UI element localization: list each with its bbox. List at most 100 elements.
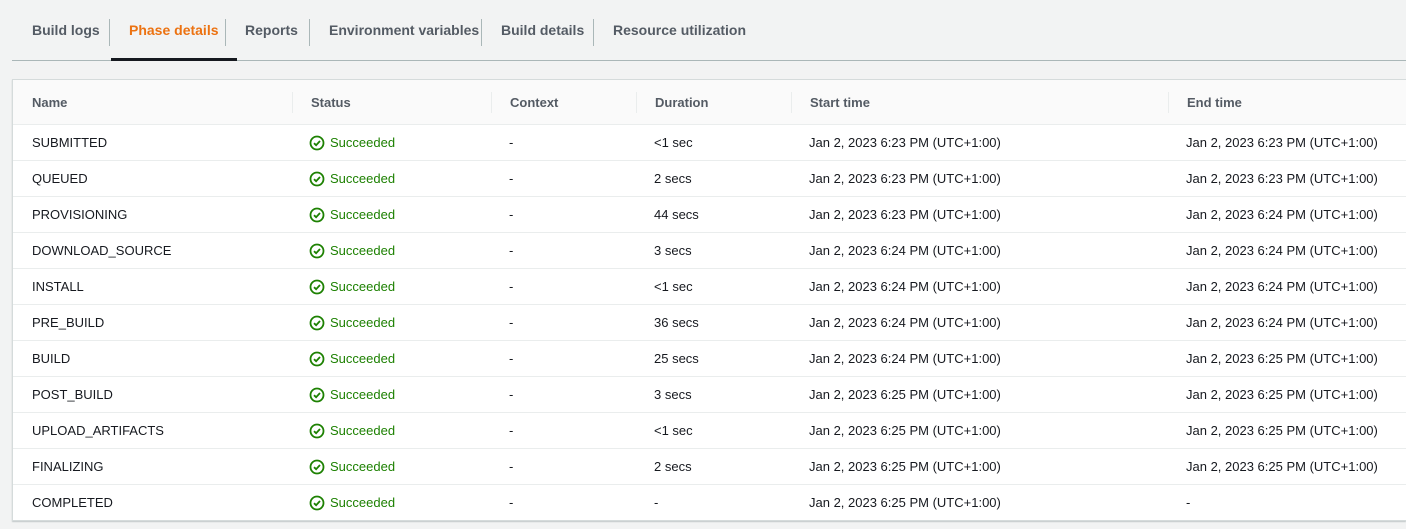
cell-duration: 2 secs [654, 459, 692, 474]
table-row: UPLOAD_ARTIFACTS Succeeded - <1 sec Jan … [13, 413, 1406, 449]
cell-end-time: - [1186, 495, 1191, 510]
cell-name: DOWNLOAD_SOURCE [32, 243, 172, 258]
column-divider[interactable] [636, 92, 637, 113]
cell-end-time: Jan 2, 2023 6:23 PM (UTC+1:00) [1186, 135, 1378, 150]
status-label: Succeeded [330, 495, 396, 510]
status-label: Succeeded [330, 423, 396, 438]
cell-end-time: Jan 2, 2023 6:25 PM (UTC+1:00) [1186, 387, 1378, 402]
check-circle-icon [309, 495, 325, 510]
cell-duration: 44 secs [654, 207, 699, 222]
cell-end-time: Jan 2, 2023 6:23 PM (UTC+1:00) [1186, 171, 1378, 186]
status-label: Succeeded [330, 207, 396, 222]
status-label: Succeeded [330, 459, 396, 474]
cell-end-time: Jan 2, 2023 6:25 PM (UTC+1:00) [1186, 459, 1378, 474]
cell-name: SUBMITTED [32, 135, 108, 150]
cell-status: Succeeded [309, 233, 395, 268]
cell-start-time: Jan 2, 2023 6:23 PM (UTC+1:00) [809, 171, 1001, 186]
cell-duration: <1 sec [654, 423, 693, 438]
cell-end-time: Jan 2, 2023 6:24 PM (UTC+1:00) [1186, 207, 1378, 222]
tab-reports[interactable]: Reports [245, 0, 298, 60]
cell-start-time: Jan 2, 2023 6:24 PM (UTC+1:00) [809, 279, 1001, 294]
cell-duration: 2 secs [654, 171, 692, 186]
table-body: SUBMITTED Succeeded - <1 sec Jan 2, 2023… [13, 125, 1406, 521]
table-row: FINALIZING Succeeded - 2 secs Jan 2, 202… [13, 449, 1406, 485]
check-circle-icon [309, 243, 325, 258]
cell-end-time: Jan 2, 2023 6:25 PM (UTC+1:00) [1186, 423, 1378, 438]
table-row: PRE_BUILD Succeeded - 36 secs Jan 2, 202… [13, 305, 1406, 341]
tab-environment-variables[interactable]: Environment variables [329, 0, 479, 60]
status-label: Succeeded [330, 351, 396, 366]
table-row: COMPLETED Succeeded - - Jan 2, 2023 6:25… [13, 485, 1406, 521]
cell-context: - [509, 459, 514, 474]
cell-duration: <1 sec [654, 135, 693, 150]
check-circle-icon [309, 171, 325, 186]
tab-resource-utilization[interactable]: Resource utilization [613, 0, 746, 60]
tab-build-details[interactable]: Build details [501, 0, 584, 60]
cell-name: QUEUED [32, 171, 88, 186]
column-divider[interactable] [292, 92, 293, 113]
cell-status: Succeeded [309, 305, 395, 340]
table-row: PROVISIONING Succeeded - 44 secs Jan 2, … [13, 197, 1406, 233]
status-label: Succeeded [330, 243, 396, 258]
tab-phase-details[interactable]: Phase details [111, 0, 237, 61]
cell-start-time: Jan 2, 2023 6:25 PM (UTC+1:00) [809, 387, 1001, 402]
status-label: Succeeded [330, 387, 396, 402]
cell-status: Succeeded [309, 197, 395, 232]
cell-name: COMPLETED [32, 495, 113, 510]
status-label: Succeeded [330, 315, 396, 330]
cell-context: - [509, 135, 514, 150]
cell-context: - [509, 315, 514, 330]
status-label: Succeeded [330, 279, 396, 294]
column-header-duration: Duration [655, 95, 709, 110]
check-circle-icon [309, 315, 325, 330]
cell-status: Succeeded [309, 269, 395, 304]
column-header-status: Status [311, 95, 351, 110]
cell-name: PRE_BUILD [32, 315, 105, 330]
table-row: BUILD Succeeded - 25 secs Jan 2, 2023 6:… [13, 341, 1406, 377]
column-header-name: Name [32, 95, 68, 110]
cell-duration: 3 secs [654, 243, 692, 258]
cell-start-time: Jan 2, 2023 6:23 PM (UTC+1:00) [809, 207, 1001, 222]
check-circle-icon [309, 459, 325, 474]
tab-divider [309, 19, 310, 46]
status-label: Succeeded [330, 135, 396, 150]
cell-name: UPLOAD_ARTIFACTS [32, 423, 164, 438]
cell-start-time: Jan 2, 2023 6:25 PM (UTC+1:00) [809, 495, 1001, 510]
cell-duration: 25 secs [654, 351, 699, 366]
cell-status: Succeeded [309, 413, 395, 448]
column-divider[interactable] [791, 92, 792, 113]
cell-end-time: Jan 2, 2023 6:24 PM (UTC+1:00) [1186, 315, 1378, 330]
cell-duration: - [654, 495, 659, 510]
cell-end-time: Jan 2, 2023 6:24 PM (UTC+1:00) [1186, 243, 1378, 258]
cell-status: Succeeded [309, 449, 395, 484]
table-row: SUBMITTED Succeeded - <1 sec Jan 2, 2023… [13, 125, 1406, 161]
tab-build-logs[interactable]: Build logs [32, 0, 100, 60]
cell-status: Succeeded [309, 377, 395, 412]
cell-duration: <1 sec [654, 279, 693, 294]
column-divider[interactable] [1168, 92, 1169, 113]
cell-status: Succeeded [309, 161, 395, 196]
cell-context: - [509, 387, 514, 402]
tab-divider [481, 19, 482, 46]
cell-status: Succeeded [309, 125, 395, 160]
check-circle-icon [309, 279, 325, 294]
column-header-end-time: End time [1187, 95, 1242, 110]
status-label: Succeeded [330, 171, 396, 186]
cell-start-time: Jan 2, 2023 6:24 PM (UTC+1:00) [809, 243, 1001, 258]
cell-status: Succeeded [309, 485, 395, 520]
cell-start-time: Jan 2, 2023 6:24 PM (UTC+1:00) [809, 315, 1001, 330]
column-header-context: Context [510, 95, 559, 110]
column-header-start-time: Start time [810, 95, 870, 110]
table-header: Name Status Context Duration Start time … [13, 80, 1406, 125]
cell-name: FINALIZING [32, 459, 104, 474]
check-circle-icon [309, 207, 325, 222]
cell-name: BUILD [32, 351, 71, 366]
column-divider[interactable] [491, 92, 492, 113]
cell-name: INSTALL [32, 279, 84, 294]
table-row: POST_BUILD Succeeded - 3 secs Jan 2, 202… [13, 377, 1406, 413]
cell-context: - [509, 423, 514, 438]
cell-context: - [509, 171, 514, 186]
cell-context: - [509, 351, 514, 366]
cell-start-time: Jan 2, 2023 6:24 PM (UTC+1:00) [809, 351, 1001, 366]
tab-divider [109, 19, 110, 46]
